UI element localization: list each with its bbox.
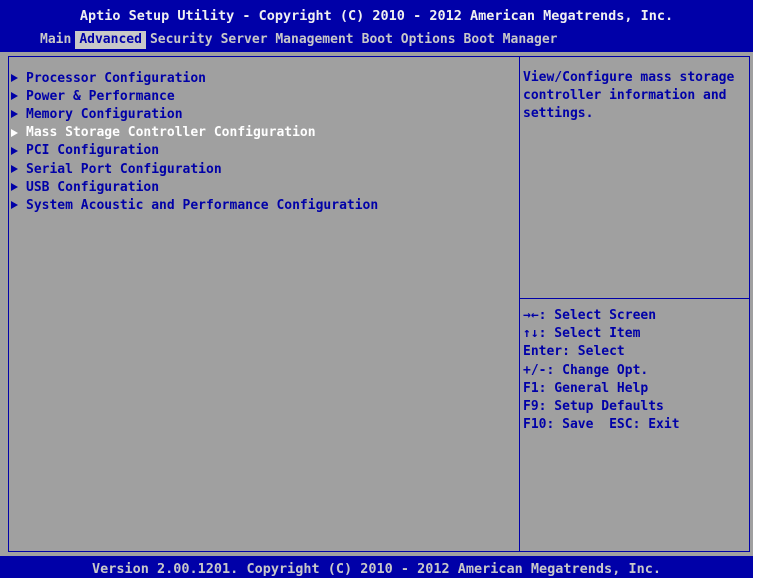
menu-item-serial-port-configuration[interactable]: Serial Port Configuration [11,160,378,178]
submenu-arrow-icon [11,165,18,174]
submenu-arrow-icon [11,128,18,137]
submenu-arrow-icon [11,92,18,101]
submenu-arrow-icon [11,201,18,210]
menu-pane: Processor Configuration Power & Performan… [9,57,519,551]
menu-item-label: Processor Configuration [26,70,207,86]
submenu-arrow-icon [11,183,18,192]
menu-item-label: Power & Performance [26,88,175,104]
submenu-arrow-icon [11,146,18,155]
tab-server-management[interactable]: Server Management [217,31,358,49]
menu-item-pci-configuration[interactable]: PCI Configuration [11,142,378,160]
menu-item-memory-configuration[interactable]: Memory Configuration [11,105,378,123]
key-hint: ↑↓: Select Item [523,326,641,342]
tab-boot-options[interactable]: Boot Options [358,31,460,49]
menu-item-mass-storage-controller-configuration[interactable]: Mass Storage Controller Configuration [11,124,378,142]
submenu-arrow-icon [11,74,18,83]
menu-item-label: Serial Port Configuration [26,161,222,177]
menu-item-power-performance[interactable]: Power & Performance [11,87,378,105]
submenu-arrow-icon [11,110,18,119]
menu-item-processor-configuration[interactable]: Processor Configuration [11,69,378,87]
bios-screen: Aptio Setup Utility - Copyright (C) 2010… [0,0,753,578]
key-hint: F9: Setup Defaults [523,398,664,414]
menu-item-system-acoustic-and-performance-configuration[interactable]: System Acoustic and Performance Configur… [11,196,378,214]
tab-security[interactable]: Security [146,31,217,49]
main-panel: Processor Configuration Power & Performan… [8,56,750,552]
menu-list: Processor Configuration Power & Performan… [11,69,378,215]
help-divider [520,298,749,299]
window-title: Aptio Setup Utility - Copyright (C) 2010… [79,8,674,24]
key-hint: +/-: Change Opt. [523,362,649,378]
header-bar: Aptio Setup Utility - Copyright (C) 2010… [0,0,753,52]
key-hint: F1: General Help [523,380,649,396]
footer-bar: Version 2.00.1201. Copyright (C) 2010 - … [0,556,753,578]
menu-item-label: Memory Configuration [26,106,183,122]
tab-main[interactable]: Main [36,31,75,49]
key-hint: →←: Select Screen [523,308,657,323]
help-text: View/Configure mass storage controller i… [523,70,743,121]
pane-divider [519,57,520,551]
key-hint: Enter: Select [523,344,625,360]
menu-item-label: System Acoustic and Performance Configur… [26,197,379,213]
menu-item-label: USB Configuration [26,179,160,195]
key-legend: →←: Select Screen ↑↓: Select Item Enter: S… [523,307,680,434]
menu-item-label: PCI Configuration [26,143,160,159]
key-hint: F10: Save ESC: Exit [523,417,680,433]
tab-advanced[interactable]: Advanced [75,31,146,49]
menu-item-usb-configuration[interactable]: USB Configuration [11,178,378,196]
tab-boot-manager[interactable]: Boot Manager [460,31,562,49]
tab-bar: Main Advanced Security Server Management Boo… [36,31,561,49]
menu-item-label: Mass Storage Controller Configuration [26,125,316,141]
